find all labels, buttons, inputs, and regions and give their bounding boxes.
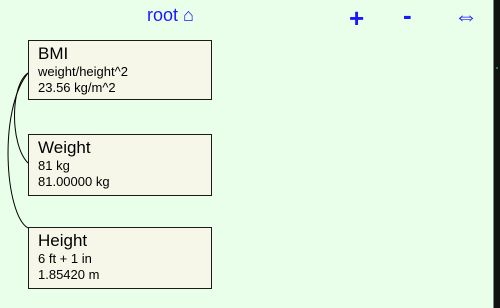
- swap-layout-button[interactable]: ⇔: [454, 5, 478, 29]
- node-title: BMI: [38, 44, 69, 63]
- node-title: Weight: [38, 138, 91, 157]
- zoom-out-button[interactable]: -: [403, 2, 412, 28]
- node-title: Height: [38, 231, 88, 250]
- node-value: 1.85420 m: [38, 267, 100, 282]
- node-formula: 81 kg: [38, 158, 70, 173]
- canvas-area: root ⌂ + - ⇔ BMI weight/height^2 23.56 k…: [0, 0, 494, 308]
- root-button[interactable]: root ⌂: [147, 6, 194, 24]
- node-weight[interactable]: Weight 81 kg 81.00000 kg: [28, 134, 212, 196]
- link-bmi-to-weight: [14, 72, 29, 164]
- zoom-in-button[interactable]: +: [349, 5, 364, 31]
- node-formula: 6 ft + 1 in: [38, 251, 92, 266]
- node-formula: weight/height^2: [38, 64, 128, 79]
- link-bmi-to-height: [7, 72, 29, 229]
- node-value: 23.56 kg/m^2: [38, 80, 116, 95]
- node-bmi[interactable]: BMI weight/height^2 23.56 kg/m^2: [28, 40, 212, 100]
- edge-marker: [496, 67, 498, 69]
- node-height[interactable]: Height 6 ft + 1 in 1.85420 m: [28, 227, 212, 289]
- window-edge: [494, 0, 500, 308]
- node-value: 81.00000 kg: [38, 174, 110, 189]
